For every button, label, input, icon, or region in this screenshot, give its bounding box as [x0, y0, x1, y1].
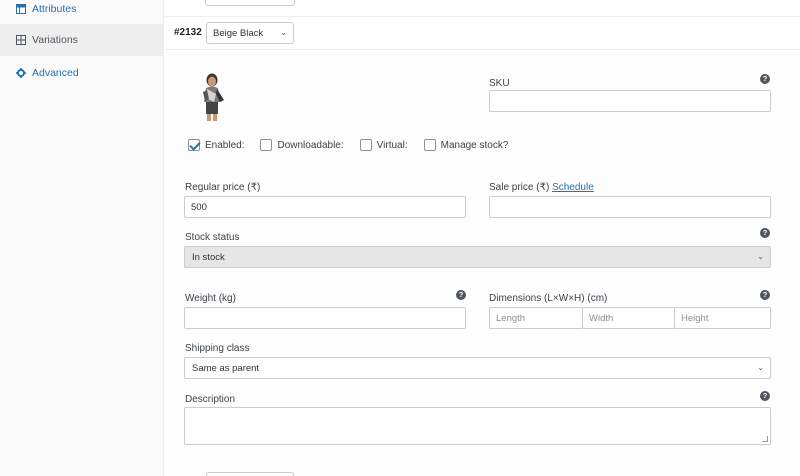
virtual-checkbox[interactable]	[359, 139, 372, 151]
regular-price-value: 500	[191, 201, 207, 213]
tab-attributes[interactable]: Attributes	[0, 0, 164, 25]
shipping-class-value: Same as parent	[192, 362, 260, 374]
next-variation-select[interactable]	[206, 472, 294, 476]
variation-attribute-value: Beige Black	[213, 27, 264, 39]
variation-id: #2132	[174, 27, 202, 38]
tab-attributes-label: Attributes	[32, 3, 77, 15]
enabled-option[interactable]: Enabled:	[188, 139, 244, 151]
length-input[interactable]: Length	[489, 307, 583, 329]
shipping-class-select[interactable]: Same as parent ⌄	[184, 357, 771, 379]
sku-label: SKU	[489, 78, 510, 89]
stock-status-value: In stock	[192, 251, 225, 263]
resize-handle-icon[interactable]	[762, 436, 768, 442]
sale-price-label: Sale price (₹)	[489, 182, 550, 193]
downloadable-label: Downloadable:	[277, 139, 344, 151]
manage-stock-checkbox[interactable]	[423, 139, 436, 151]
dimensions-label: Dimensions (L×W×H) (cm)	[489, 293, 608, 304]
help-icon[interactable]: ?	[760, 74, 770, 84]
tab-variations[interactable]: Variations	[0, 25, 164, 56]
weight-input[interactable]	[184, 307, 466, 329]
chevron-down-icon: ⌄	[757, 363, 764, 372]
stock-status-select[interactable]: In stock ⌄	[184, 246, 771, 268]
help-icon[interactable]: ?	[456, 290, 466, 300]
product-data-tabs: Attributes Variations Advanced	[0, 0, 164, 476]
description-label: Description	[185, 394, 236, 405]
help-icon[interactable]: ?	[760, 228, 770, 238]
height-input[interactable]: Height	[674, 307, 771, 329]
regular-price-label: Regular price (₹)	[185, 182, 261, 193]
tab-variations-label: Variations	[32, 34, 78, 46]
tab-advanced[interactable]: Advanced	[0, 57, 164, 88]
regular-price-input[interactable]: 500	[184, 196, 466, 218]
table-icon	[16, 4, 26, 14]
help-icon[interactable]: ?	[760, 391, 770, 401]
gear-icon	[16, 67, 26, 78]
length-placeholder: Length	[496, 312, 526, 324]
width-input[interactable]: Width	[582, 307, 675, 329]
grid-icon	[16, 35, 26, 45]
tab-advanced-label: Advanced	[32, 66, 79, 79]
virtual-option[interactable]: Virtual:	[359, 139, 408, 151]
schedule-link[interactable]: Schedule	[552, 182, 594, 193]
manage-stock-option[interactable]: Manage stock?	[423, 139, 509, 151]
stock-status-label: Stock status	[185, 232, 240, 243]
downloadable-checkbox[interactable]	[260, 139, 273, 151]
manage-stock-label: Manage stock?	[440, 139, 509, 151]
help-icon[interactable]: ?	[760, 290, 770, 300]
description-textarea[interactable]	[184, 407, 771, 445]
downloadable-option[interactable]: Downloadable:	[260, 139, 344, 151]
variation-options: Enabled: Downloadable: Virtual: Manage s…	[188, 137, 524, 153]
product-data-frame: Attributes Variations Advanced #2132 Bei…	[0, 0, 800, 476]
enabled-checkbox[interactable]	[188, 139, 200, 151]
variation-attribute-select[interactable]: Beige Black ⌄	[206, 22, 294, 44]
shipping-class-label: Shipping class	[185, 343, 250, 354]
chevron-down-icon: ⌄	[757, 252, 764, 261]
weight-label: Weight (kg)	[185, 293, 236, 304]
height-placeholder: Height	[681, 312, 709, 324]
product-thumbnail-image	[203, 73, 224, 121]
sku-input[interactable]	[489, 90, 771, 112]
chevron-down-icon: ⌄	[280, 28, 287, 37]
virtual-label: Virtual:	[376, 139, 408, 151]
previous-variation-select[interactable]	[205, 0, 295, 6]
width-placeholder: Width	[589, 312, 614, 324]
variation-image-upload[interactable]	[190, 72, 230, 122]
sale-price-input[interactable]	[489, 196, 771, 218]
enabled-label: Enabled:	[205, 139, 245, 151]
sale-price-label-group: Sale price (₹) Schedule	[489, 182, 594, 193]
